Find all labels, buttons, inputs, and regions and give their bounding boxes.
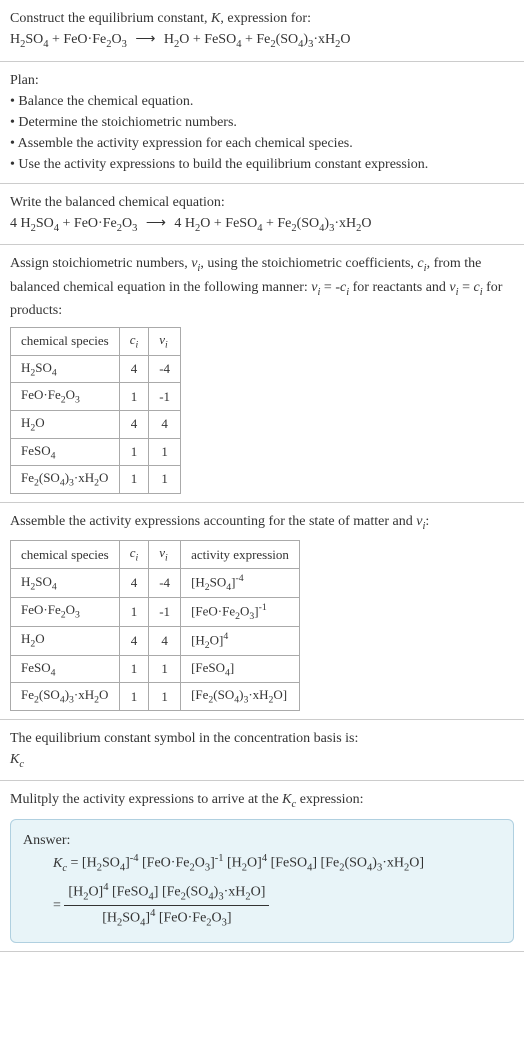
col-header: activity expression — [181, 541, 300, 569]
table-row: H2SO4 4 -4 — [11, 355, 181, 383]
table-row: FeO·Fe2O3 1 -1 [FeO·Fe2O3]-1 — [11, 597, 300, 626]
answer-section: Mulitply the activity expressions to arr… — [0, 781, 524, 951]
table-row: H2O 4 4 — [11, 410, 181, 438]
intro-text: Construct the equilibrium constant, K, e… — [10, 8, 514, 29]
plan-section: Plan: • Balance the chemical equation. •… — [0, 62, 524, 184]
answer-label: Answer: — [23, 830, 501, 851]
answer-box: Answer: Kc = [H2SO4]-4 [FeO·Fe2O3]-1 [H2… — [10, 819, 514, 943]
answer-content: Kc = [H2SO4]-4 [FeO·Fe2O3]-1 [H2O]4 [FeS… — [53, 851, 501, 932]
fraction-denominator: [H2SO4]4 [FeO·Fe2O3] — [64, 906, 269, 931]
cell: 1 — [119, 655, 149, 683]
cell: FeSO4 — [11, 655, 120, 683]
cell: 4 — [119, 355, 149, 383]
cell: Fe2(SO4)3·xH2O — [11, 466, 120, 494]
table-row: Fe2(SO4)3·xH2O 1 1 [Fe2(SO4)3·xH2O] — [11, 683, 300, 711]
col-header: ci — [119, 328, 149, 356]
cell: H2O — [11, 410, 120, 438]
cell: -1 — [149, 383, 181, 411]
cell: 1 — [149, 683, 181, 711]
cell: 1 — [119, 683, 149, 711]
cell: 4 — [149, 626, 181, 655]
table-header-row: chemical species ci νi activity expressi… — [11, 541, 300, 569]
activity-table: chemical species ci νi activity expressi… — [10, 540, 300, 711]
fraction-numerator: [H2O]4 [FeSO4] [Fe2(SO4)3·xH2O] — [64, 880, 269, 906]
cell: 1 — [119, 597, 149, 626]
symbol-line1: The equilibrium constant symbol in the c… — [10, 728, 514, 749]
balanced-title: Write the balanced chemical equation: — [10, 192, 514, 213]
activity-section: Assemble the activity expressions accoun… — [0, 503, 524, 720]
cell: H2SO4 — [11, 355, 120, 383]
cell: [Fe2(SO4)3·xH2O] — [181, 683, 300, 711]
cell: [H2SO4]-4 — [181, 568, 300, 597]
plan-item: • Determine the stoichiometric numbers. — [10, 112, 514, 133]
stoich-table: chemical species ci νi H2SO4 4 -4 FeO·Fe… — [10, 327, 181, 494]
plan-title: Plan: — [10, 70, 514, 91]
col-header: chemical species — [11, 541, 120, 569]
cell: -4 — [149, 568, 181, 597]
plan-item: • Assemble the activity expression for e… — [10, 133, 514, 154]
cell: 1 — [149, 655, 181, 683]
cell: -1 — [149, 597, 181, 626]
col-header: chemical species — [11, 328, 120, 356]
cell: FeO·Fe2O3 — [11, 383, 120, 411]
cell: H2SO4 — [11, 568, 120, 597]
cell: 1 — [119, 466, 149, 494]
table-row: H2SO4 4 -4 [H2SO4]-4 — [11, 568, 300, 597]
answer-linear: Kc = [H2SO4]-4 [FeO·Fe2O3]-1 [H2O]4 [FeS… — [53, 851, 501, 876]
answer-fraction: = [H2O]4 [FeSO4] [Fe2(SO4)3·xH2O] [H2SO4… — [53, 880, 501, 931]
plan-item: • Use the activity expressions to build … — [10, 154, 514, 175]
cell: 4 — [119, 568, 149, 597]
balanced-equation: 4 H2SO4 + FeO·Fe2O3 ⟶ 4 H2O + FeSO4 + Fe… — [10, 213, 514, 237]
stoich-intro: Assign stoichiometric numbers, νi, using… — [10, 253, 514, 321]
table-row: Fe2(SO4)3·xH2O 1 1 — [11, 466, 181, 494]
cell: 1 — [149, 438, 181, 466]
cell: 4 — [149, 410, 181, 438]
cell: [H2O]4 — [181, 626, 300, 655]
stoich-section: Assign stoichiometric numbers, νi, using… — [0, 245, 524, 503]
table-row: FeSO4 1 1 [FeSO4] — [11, 655, 300, 683]
cell: FeO·Fe2O3 — [11, 597, 120, 626]
table-header-row: chemical species ci νi — [11, 328, 181, 356]
cell: [FeSO4] — [181, 655, 300, 683]
cell: 1 — [149, 466, 181, 494]
cell: 4 — [119, 626, 149, 655]
intro-line1: Construct the equilibrium constant, K, e… — [10, 11, 311, 26]
multiply-intro: Mulitply the activity expressions to arr… — [10, 789, 514, 813]
col-header: νi — [149, 328, 181, 356]
col-header: νi — [149, 541, 181, 569]
cell: H2O — [11, 626, 120, 655]
cell: 1 — [119, 383, 149, 411]
intro-equation: H2SO4 + FeO·Fe2O3 ⟶ H2O + FeSO4 + Fe2(SO… — [10, 29, 514, 53]
cell: 1 — [119, 438, 149, 466]
cell: -4 — [149, 355, 181, 383]
intro-section: Construct the equilibrium constant, K, e… — [0, 0, 524, 62]
cell: FeSO4 — [11, 438, 120, 466]
cell: [FeO·Fe2O3]-1 — [181, 597, 300, 626]
symbol-kc: Kc — [10, 749, 514, 773]
table-row: FeSO4 1 1 — [11, 438, 181, 466]
table-row: FeO·Fe2O3 1 -1 — [11, 383, 181, 411]
col-header: ci — [119, 541, 149, 569]
symbol-section: The equilibrium constant symbol in the c… — [0, 720, 524, 782]
plan-item: • Balance the chemical equation. — [10, 91, 514, 112]
cell: 4 — [119, 410, 149, 438]
balanced-section: Write the balanced chemical equation: 4 … — [0, 184, 524, 246]
cell: Fe2(SO4)3·xH2O — [11, 683, 120, 711]
activity-intro: Assemble the activity expressions accoun… — [10, 511, 514, 535]
table-row: H2O 4 4 [H2O]4 — [11, 626, 300, 655]
